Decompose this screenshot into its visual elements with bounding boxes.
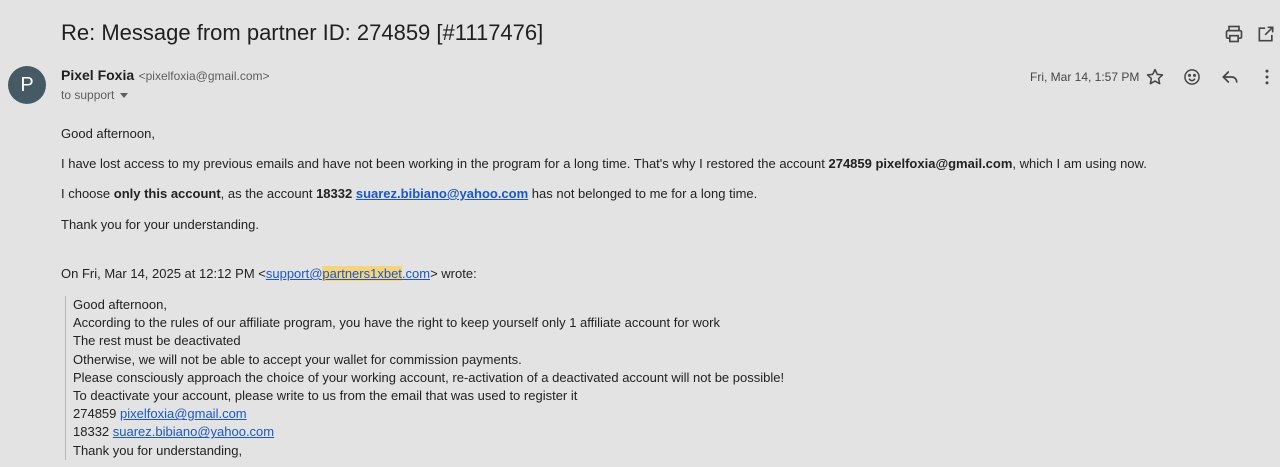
quoted-line: Please consciously approach the choice o… [73,369,785,385]
support-email-tld: .com [401,266,431,281]
sender-email: <pixelfoxia@gmail.com> [138,69,270,83]
quoted-line: 274859 pixelfoxia@gmail.com [73,405,973,423]
caret-down-icon [120,93,129,99]
print-icon[interactable] [1224,24,1244,44]
p2-email-link[interactable]: suarez.bibiano@yahoo.com [356,186,528,201]
recipient-label: to support [61,88,115,102]
body-paragraph-3: Thank you for your understanding. [61,217,260,232]
quoted-email-link[interactable]: pixelfoxia@gmail.com [120,406,247,421]
quoted-message: Good afternoon, According to the rules o… [65,296,973,460]
body-paragraph-2: I choose only this account, as the accou… [61,186,757,201]
open-in-new-window-icon[interactable] [1256,24,1276,44]
recipient-dropdown[interactable]: to support [61,88,129,102]
email-date: Fri, Mar 14, 1:57 PM [1030,70,1140,84]
p2-text-end: has not belonged to me for a long time. [528,186,758,201]
add-reaction-icon[interactable] [1182,67,1202,87]
support-email-link[interactable]: support@partners1xbet.com [266,266,430,281]
reply-icon[interactable] [1220,67,1240,87]
p1-text: I have lost access to my previous emails… [61,156,829,171]
body-paragraph-1: I have lost access to my previous emails… [61,156,1147,171]
highlighted-domain: partners1xbet [322,266,402,281]
p2-bold-choice: only this account [113,186,221,201]
sender-name[interactable]: Pixel Foxia [61,67,134,83]
p1-text-end: , which I am using now. [1012,156,1147,171]
star-icon[interactable] [1145,67,1165,87]
quote-header: On Fri, Mar 14, 2025 at 12:12 PM <suppor… [61,266,477,281]
quoted-line: To deactivate your account, please write… [73,388,578,404]
quoted-account-id: 18332 [73,424,113,440]
p2-bold-id: 18332 [316,186,356,201]
p1-account-bold: 274859 pixelfoxia@gmail.com [828,156,1013,171]
quoted-line: Thank you for understanding, [73,442,243,458]
quoted-line: According to the rules of our affiliate … [73,315,720,331]
p2-text: I choose [61,186,114,201]
support-email-part: support@ [265,266,323,281]
more-vert-icon[interactable] [1257,67,1277,87]
quoted-line: Good afternoon, [73,297,167,312]
quote-header-text: On Fri, Mar 14, 2025 at 12:12 PM < [61,266,266,281]
sender-line: Pixel Foxia <pixelfoxia@gmail.com> [61,67,270,85]
quoted-email-link[interactable]: suarez.bibiano@yahoo.com [113,424,274,439]
quoted-line: Otherwise, we will not be able to accept… [73,351,522,367]
email-subject: Re: Message from partner ID: 274859 [#11… [61,20,544,45]
quoted-account-id: 274859 [73,406,120,422]
quoted-line: 18332 suarez.bibiano@yahoo.com [73,423,973,441]
body-greeting: Good afternoon, [61,126,155,141]
p2-text-mid: , as the account [220,186,317,201]
quoted-line: The rest must be deactivated [73,333,241,349]
quote-header-end: > wrote: [430,266,477,281]
avatar[interactable]: P [8,66,46,104]
